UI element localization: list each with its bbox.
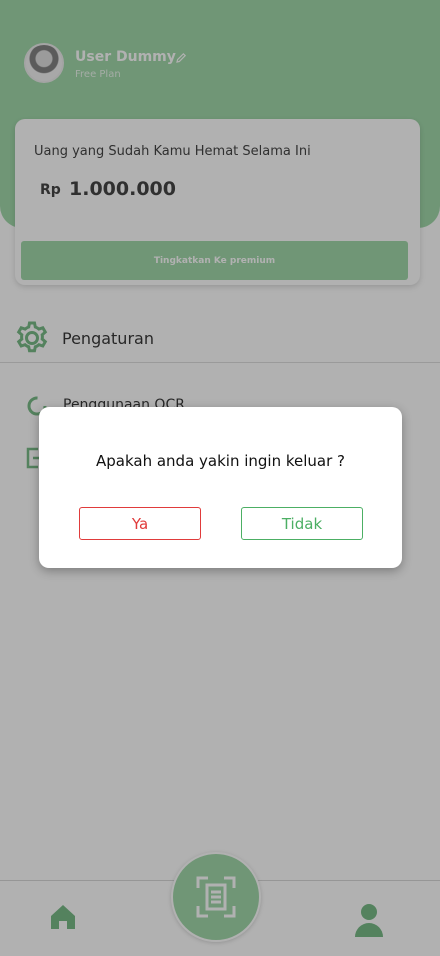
confirm-no-button[interactable]: Tidak [241,507,363,540]
logout-confirm-dialog: Apakah anda yakin ingin keluar ? Ya Tida… [39,407,402,568]
profile-screen: User Dummy Free Plan Uang yang Sudah Kam… [0,0,440,956]
confirm-yes-button[interactable]: Ya [79,507,201,540]
dialog-message: Apakah anda yakin ingin keluar ? [95,452,346,470]
